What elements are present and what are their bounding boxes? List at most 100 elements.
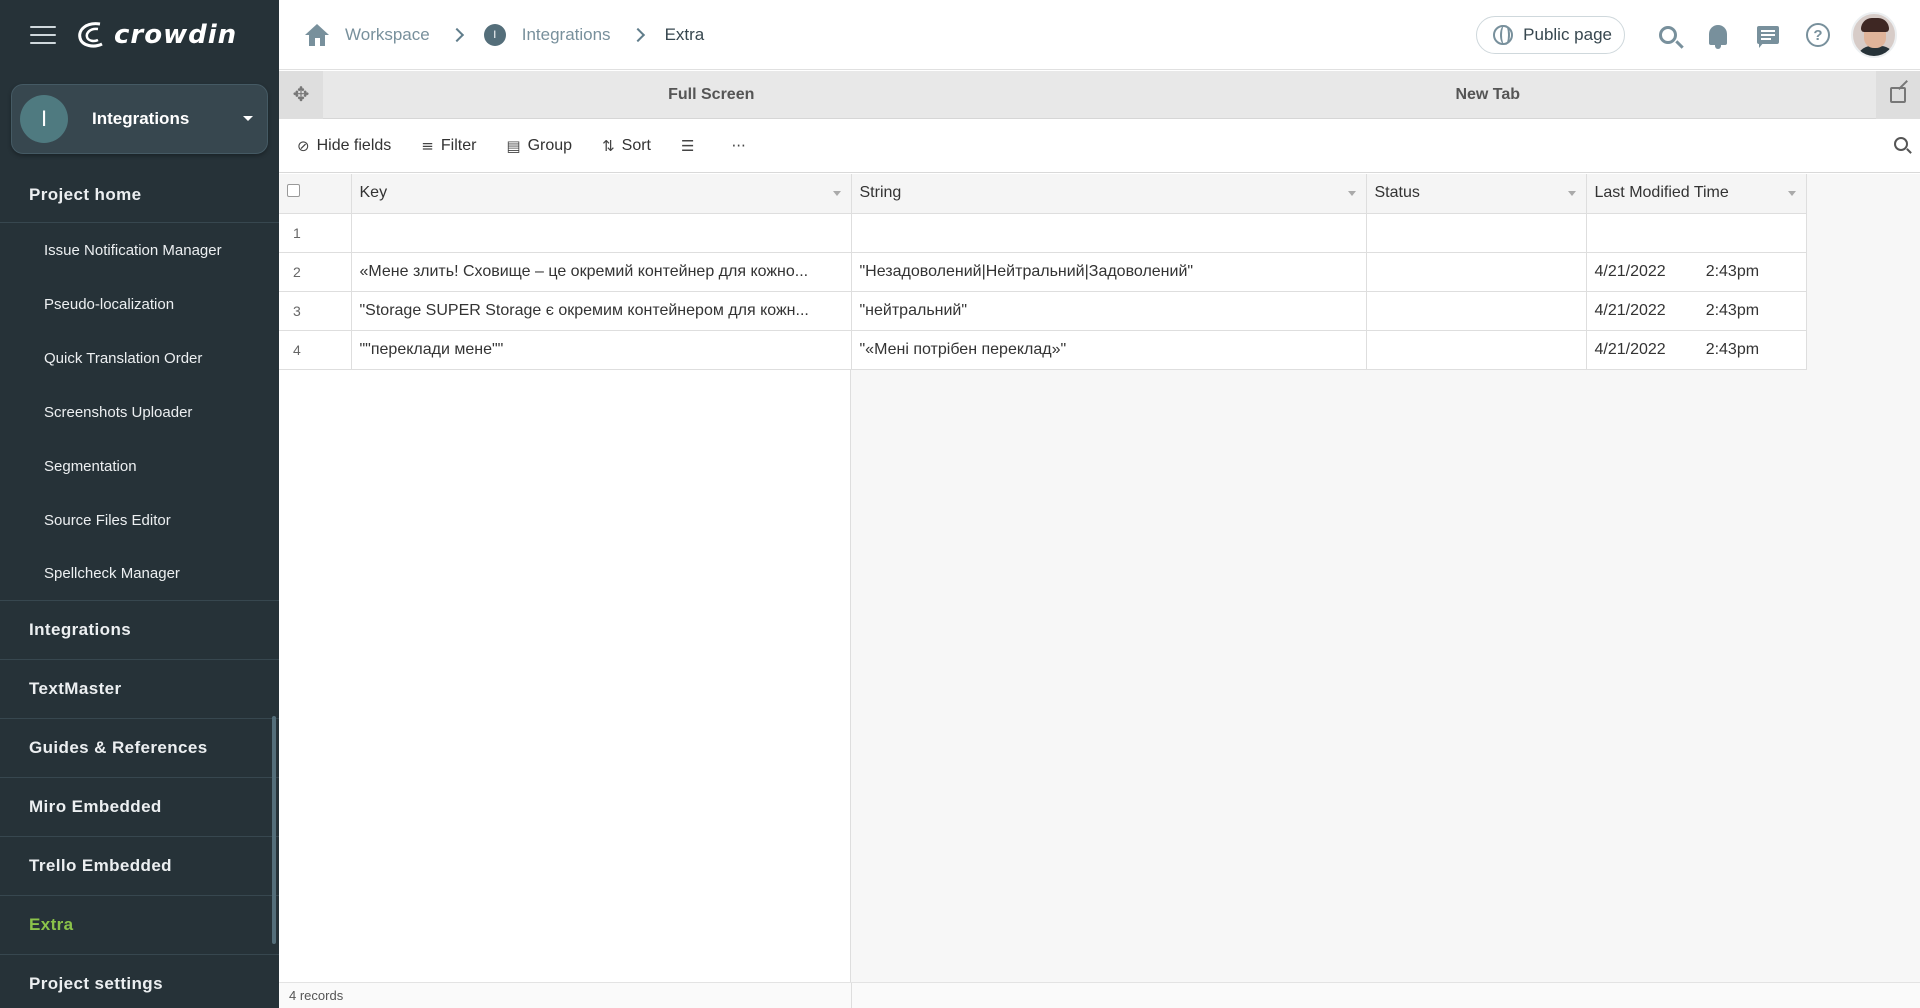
filter-button[interactable]: ≡ Filter	[421, 137, 476, 155]
breadcrumb-current: Extra	[664, 24, 705, 44]
crowdin-logo[interactable]: crowdin	[76, 20, 237, 50]
sidebar-subitem-issue-notification-manager[interactable]: Issue Notification Manager	[0, 223, 279, 277]
cell-string[interactable]: "«Мені потрібен переклад»"	[851, 330, 1367, 370]
column-header-key[interactable]: Key	[351, 174, 852, 214]
breadcrumb: Workspace I Integrations Extra	[279, 23, 705, 46]
caret-down-icon[interactable]	[1787, 191, 1796, 196]
cell-key[interactable]: ""переклади мене""	[351, 330, 852, 370]
menu-icon[interactable]	[30, 26, 56, 44]
cell-key[interactable]: «Мене злить! Сховище – це окремий контей…	[351, 252, 852, 292]
select-all-cell[interactable]	[279, 174, 352, 214]
filter-label: Filter	[440, 136, 477, 154]
sort-button[interactable]: ⇅ Sort	[602, 137, 651, 155]
sidebar-item-integrations[interactable]: Integrations	[0, 601, 279, 660]
sidebar-subitem-screenshots-uploader[interactable]: Screenshots Uploader	[0, 385, 279, 439]
pane-divider	[851, 983, 852, 1008]
sidebar-item-trello-embedded[interactable]: Trello Embedded	[0, 837, 279, 896]
cell-last-modified[interactable]: 4/21/2022 2:43pm	[1586, 291, 1807, 331]
tab-full-screen[interactable]: Full Screen	[323, 86, 1100, 104]
records-count: 4 records	[289, 988, 344, 1003]
row-number: 1	[279, 213, 352, 253]
filter-icon: ≡	[421, 136, 434, 155]
table-row[interactable]: 2 «Мене злить! Сховище – це окремий конт…	[279, 252, 1807, 292]
breadcrumb-workspace[interactable]: Workspace	[345, 25, 430, 45]
user-avatar[interactable]	[1851, 12, 1897, 58]
column-header-string[interactable]: String	[851, 174, 1367, 214]
cell-string[interactable]	[851, 213, 1367, 253]
caret-down-icon[interactable]	[832, 191, 841, 196]
cell-time: 2:43pm	[1705, 340, 1760, 358]
project-selector[interactable]: I Integrations	[11, 84, 268, 154]
sidebar: crowdin I Integrations Project home Issu…	[0, 0, 279, 1008]
cell-status[interactable]	[1366, 213, 1587, 253]
cell-key[interactable]	[351, 213, 852, 253]
search-button[interactable]	[1643, 10, 1693, 60]
globe-icon	[1493, 25, 1514, 45]
sidebar-subitems: Issue Notification Manager Pseudo-locali…	[0, 223, 279, 601]
cell-string[interactable]: "нейтральний"	[851, 291, 1367, 331]
home-icon[interactable]	[305, 23, 329, 46]
cell-last-modified[interactable]: 4/21/2022 2:43pm	[1586, 330, 1807, 370]
cell-status[interactable]	[1366, 252, 1587, 292]
cell-last-modified[interactable]: 4/21/2022 2:43pm	[1586, 252, 1807, 292]
sort-label: Sort	[621, 136, 651, 154]
search-icon[interactable]	[1894, 137, 1908, 151]
column-header-last-modified-label: Last Modified Time	[1594, 184, 1729, 202]
move-icon[interactable]: ✥	[279, 70, 323, 119]
notifications-button[interactable]	[1693, 10, 1743, 60]
column-header-status[interactable]: Status	[1366, 174, 1587, 214]
cell-status[interactable]	[1366, 330, 1587, 370]
search-icon	[1659, 26, 1677, 44]
sidebar-item-extra[interactable]: Extra	[0, 896, 279, 955]
sidebar-subitem-quick-translation-order[interactable]: Quick Translation Order	[0, 331, 279, 385]
row-number: 3	[279, 291, 352, 331]
data-grid: Key String Status Last Modified Time 1 2…	[279, 174, 1920, 1008]
cell-status[interactable]	[1366, 291, 1587, 331]
external-link-icon	[1890, 86, 1906, 103]
sidebar-item-project-settings[interactable]: Project settings	[0, 955, 279, 1008]
external-link-button[interactable]	[1876, 70, 1920, 119]
table-row[interactable]: 3 "Storage SUPER Storage є окремим конте…	[279, 291, 1807, 331]
sidebar-subitem-pseudo-localization[interactable]: Pseudo-localization	[0, 277, 279, 331]
table-header-row: Key String Status Last Modified Time	[279, 174, 1807, 214]
sidebar-scrollbar[interactable]	[272, 716, 276, 944]
sidebar-item-project-home[interactable]: Project home	[0, 167, 279, 223]
project-avatar: I	[20, 95, 68, 143]
cell-string[interactable]: "Незадоволений|Нейтральний|Задоволений"	[851, 252, 1367, 292]
messages-button[interactable]	[1743, 10, 1793, 60]
records-table: Key String Status Last Modified Time 1 2…	[279, 174, 1807, 370]
top-header: Workspace I Integrations Extra Public pa…	[279, 0, 1920, 70]
row-height-button[interactable]: ☰	[681, 137, 701, 155]
help-icon: ?	[1806, 23, 1830, 47]
eye-off-icon: ⊘	[297, 136, 310, 155]
group-label: Group	[527, 136, 573, 154]
sidebar-subitem-source-files-editor[interactable]: Source Files Editor	[0, 493, 279, 547]
public-page-button[interactable]: Public page	[1476, 16, 1625, 54]
help-button[interactable]: ?	[1793, 10, 1843, 60]
column-header-last-modified[interactable]: Last Modified Time	[1586, 174, 1807, 214]
select-all-checkbox[interactable]	[287, 184, 300, 198]
caret-down-icon[interactable]	[1567, 191, 1576, 196]
sidebar-subitem-spellcheck-manager[interactable]: Spellcheck Manager	[0, 547, 279, 601]
column-header-string-label: String	[859, 184, 902, 202]
chevron-right-icon	[630, 27, 645, 42]
more-options-button[interactable]: ···	[731, 137, 752, 155]
cell-key[interactable]: "Storage SUPER Storage є окремим контейн…	[351, 291, 852, 331]
sidebar-nav: Project home Issue Notification Manager …	[0, 167, 279, 1008]
caret-down-icon[interactable]	[1347, 191, 1356, 196]
column-header-status-label: Status	[1374, 184, 1420, 202]
table-row[interactable]: 4 ""переклади мене"" "«Мені потрібен пер…	[279, 330, 1807, 370]
group-button[interactable]: ▤ Group	[506, 137, 572, 155]
sidebar-subitem-segmentation[interactable]: Segmentation	[0, 439, 279, 493]
row-height-icon: ☰	[681, 136, 695, 155]
cell-last-modified[interactable]	[1586, 213, 1807, 253]
sidebar-item-textmaster[interactable]: TextMaster	[0, 660, 279, 719]
sidebar-top: crowdin	[0, 0, 279, 70]
breadcrumb-project[interactable]: Integrations	[522, 25, 611, 45]
sidebar-item-guides-references[interactable]: Guides & References	[0, 719, 279, 778]
column-header-key-label: Key	[359, 184, 388, 202]
hide-fields-button[interactable]: ⊘ Hide fields	[297, 137, 391, 155]
tab-new-tab[interactable]: New Tab	[1100, 86, 1877, 104]
sidebar-item-miro-embedded[interactable]: Miro Embedded	[0, 778, 279, 837]
table-row[interactable]: 1	[279, 213, 1807, 253]
